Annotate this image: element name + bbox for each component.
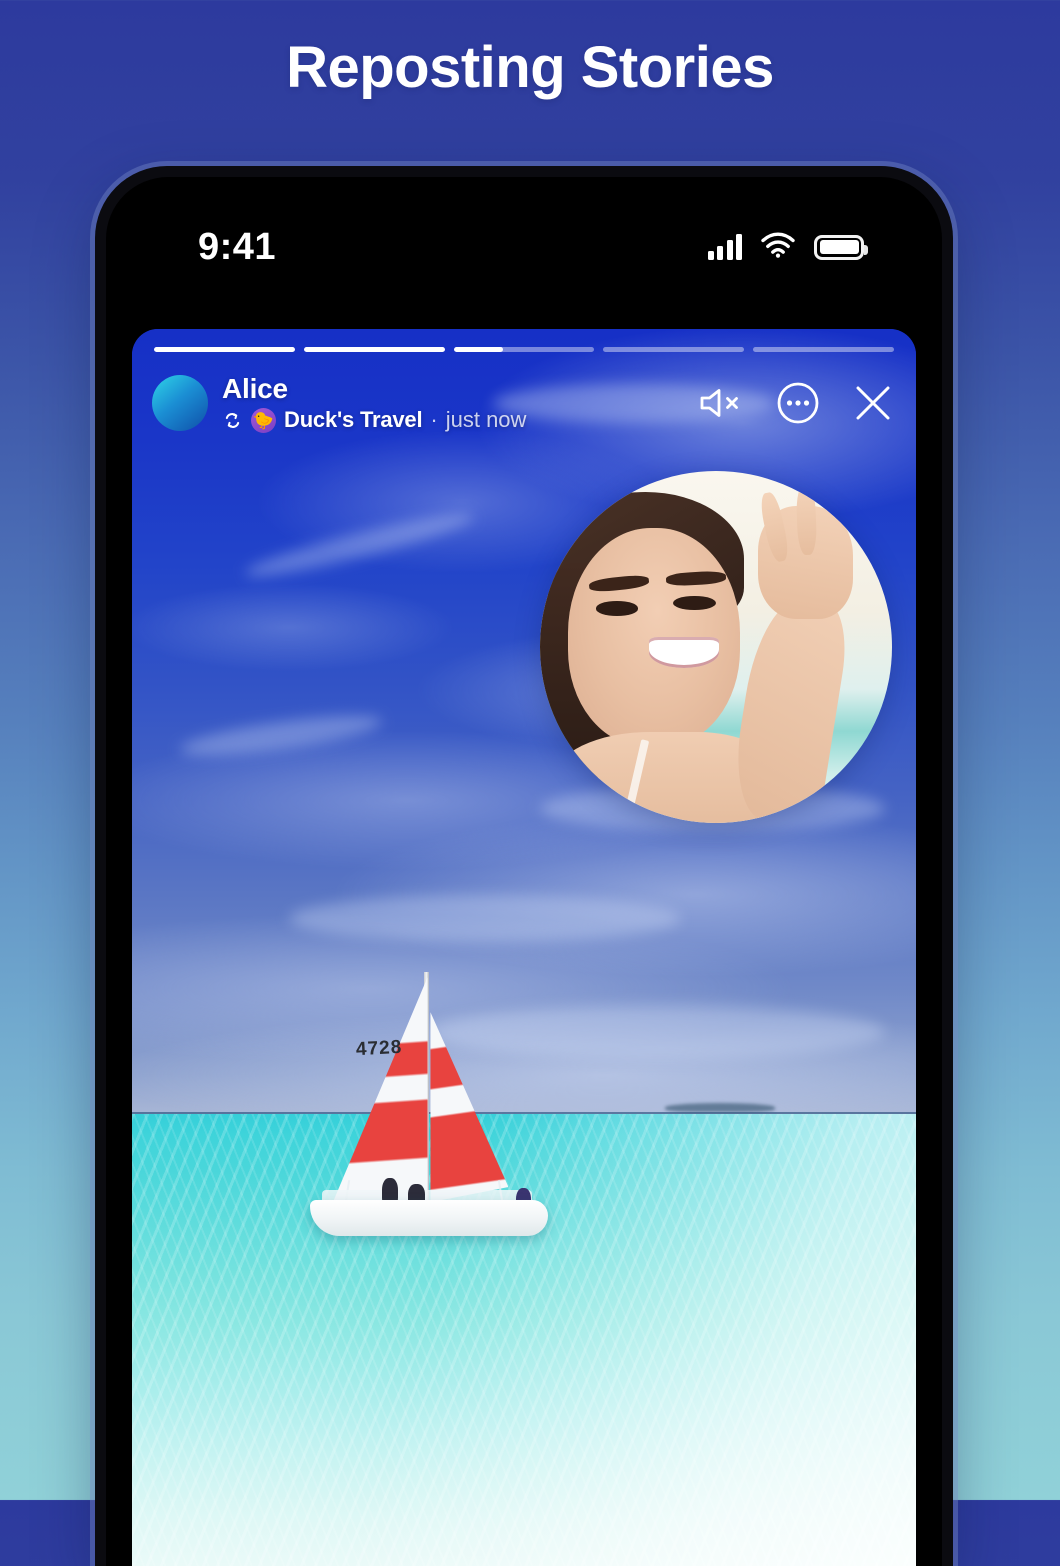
story-progress-bar[interactable] [154, 347, 894, 352]
phone-screen: 9:41 4728 Alice 🐤 Duck's Travel · just n… [106, 177, 942, 1566]
progress-segment[interactable] [154, 347, 295, 352]
close-story-button[interactable] [852, 382, 894, 424]
selfie-eye-left [595, 601, 639, 616]
story-username[interactable]: Alice [222, 373, 526, 405]
more-options-button[interactable] [776, 381, 820, 425]
story-photo-sailboat: 4728 [304, 972, 604, 1252]
selfie-circle-overlay[interactable] [539, 471, 892, 824]
story-header: Alice 🐤 Duck's Travel · just now [152, 367, 894, 439]
phone-mockup: 9:41 4728 Alice 🐤 Duck's Travel · just n… [95, 166, 953, 1566]
wifi-icon [761, 231, 795, 263]
page-title: Reposting Stories [286, 35, 774, 100]
story-author-block: Alice 🐤 Duck's Travel · just now [222, 373, 526, 433]
sailboat-jib [430, 1012, 509, 1203]
sailboat-hull [310, 1200, 549, 1237]
progress-segment[interactable] [753, 347, 894, 352]
status-bar-indicators [707, 231, 868, 263]
duck-emoji-badge: 🐤 [251, 407, 276, 433]
story-source-name[interactable]: Duck's Travel [284, 407, 423, 433]
progress-segment[interactable] [453, 347, 595, 352]
cellular-signal-icon [707, 234, 742, 260]
status-bar-time: 9:41 [198, 225, 277, 268]
mute-audio-button[interactable] [698, 383, 744, 423]
story-viewer[interactable]: 4728 Alice 🐤 Duck's Travel · just now [132, 329, 916, 1566]
story-photo-islet [665, 1103, 776, 1113]
battery-full-icon [814, 234, 868, 260]
story-repost-row: 🐤 Duck's Travel · just now [222, 407, 526, 433]
status-bar: 9:41 [106, 177, 942, 317]
progress-segment[interactable] [303, 347, 445, 352]
sailboat-mainsail [332, 977, 428, 1204]
story-timestamp: just now [445, 407, 527, 432]
repost-arrows-icon [222, 410, 243, 431]
sailboat-sail-number: 4728 [355, 1037, 404, 1061]
story-actions [698, 381, 894, 425]
avatar[interactable] [152, 375, 208, 431]
story-separator: · [430, 407, 438, 432]
progress-segment[interactable] [603, 347, 745, 352]
